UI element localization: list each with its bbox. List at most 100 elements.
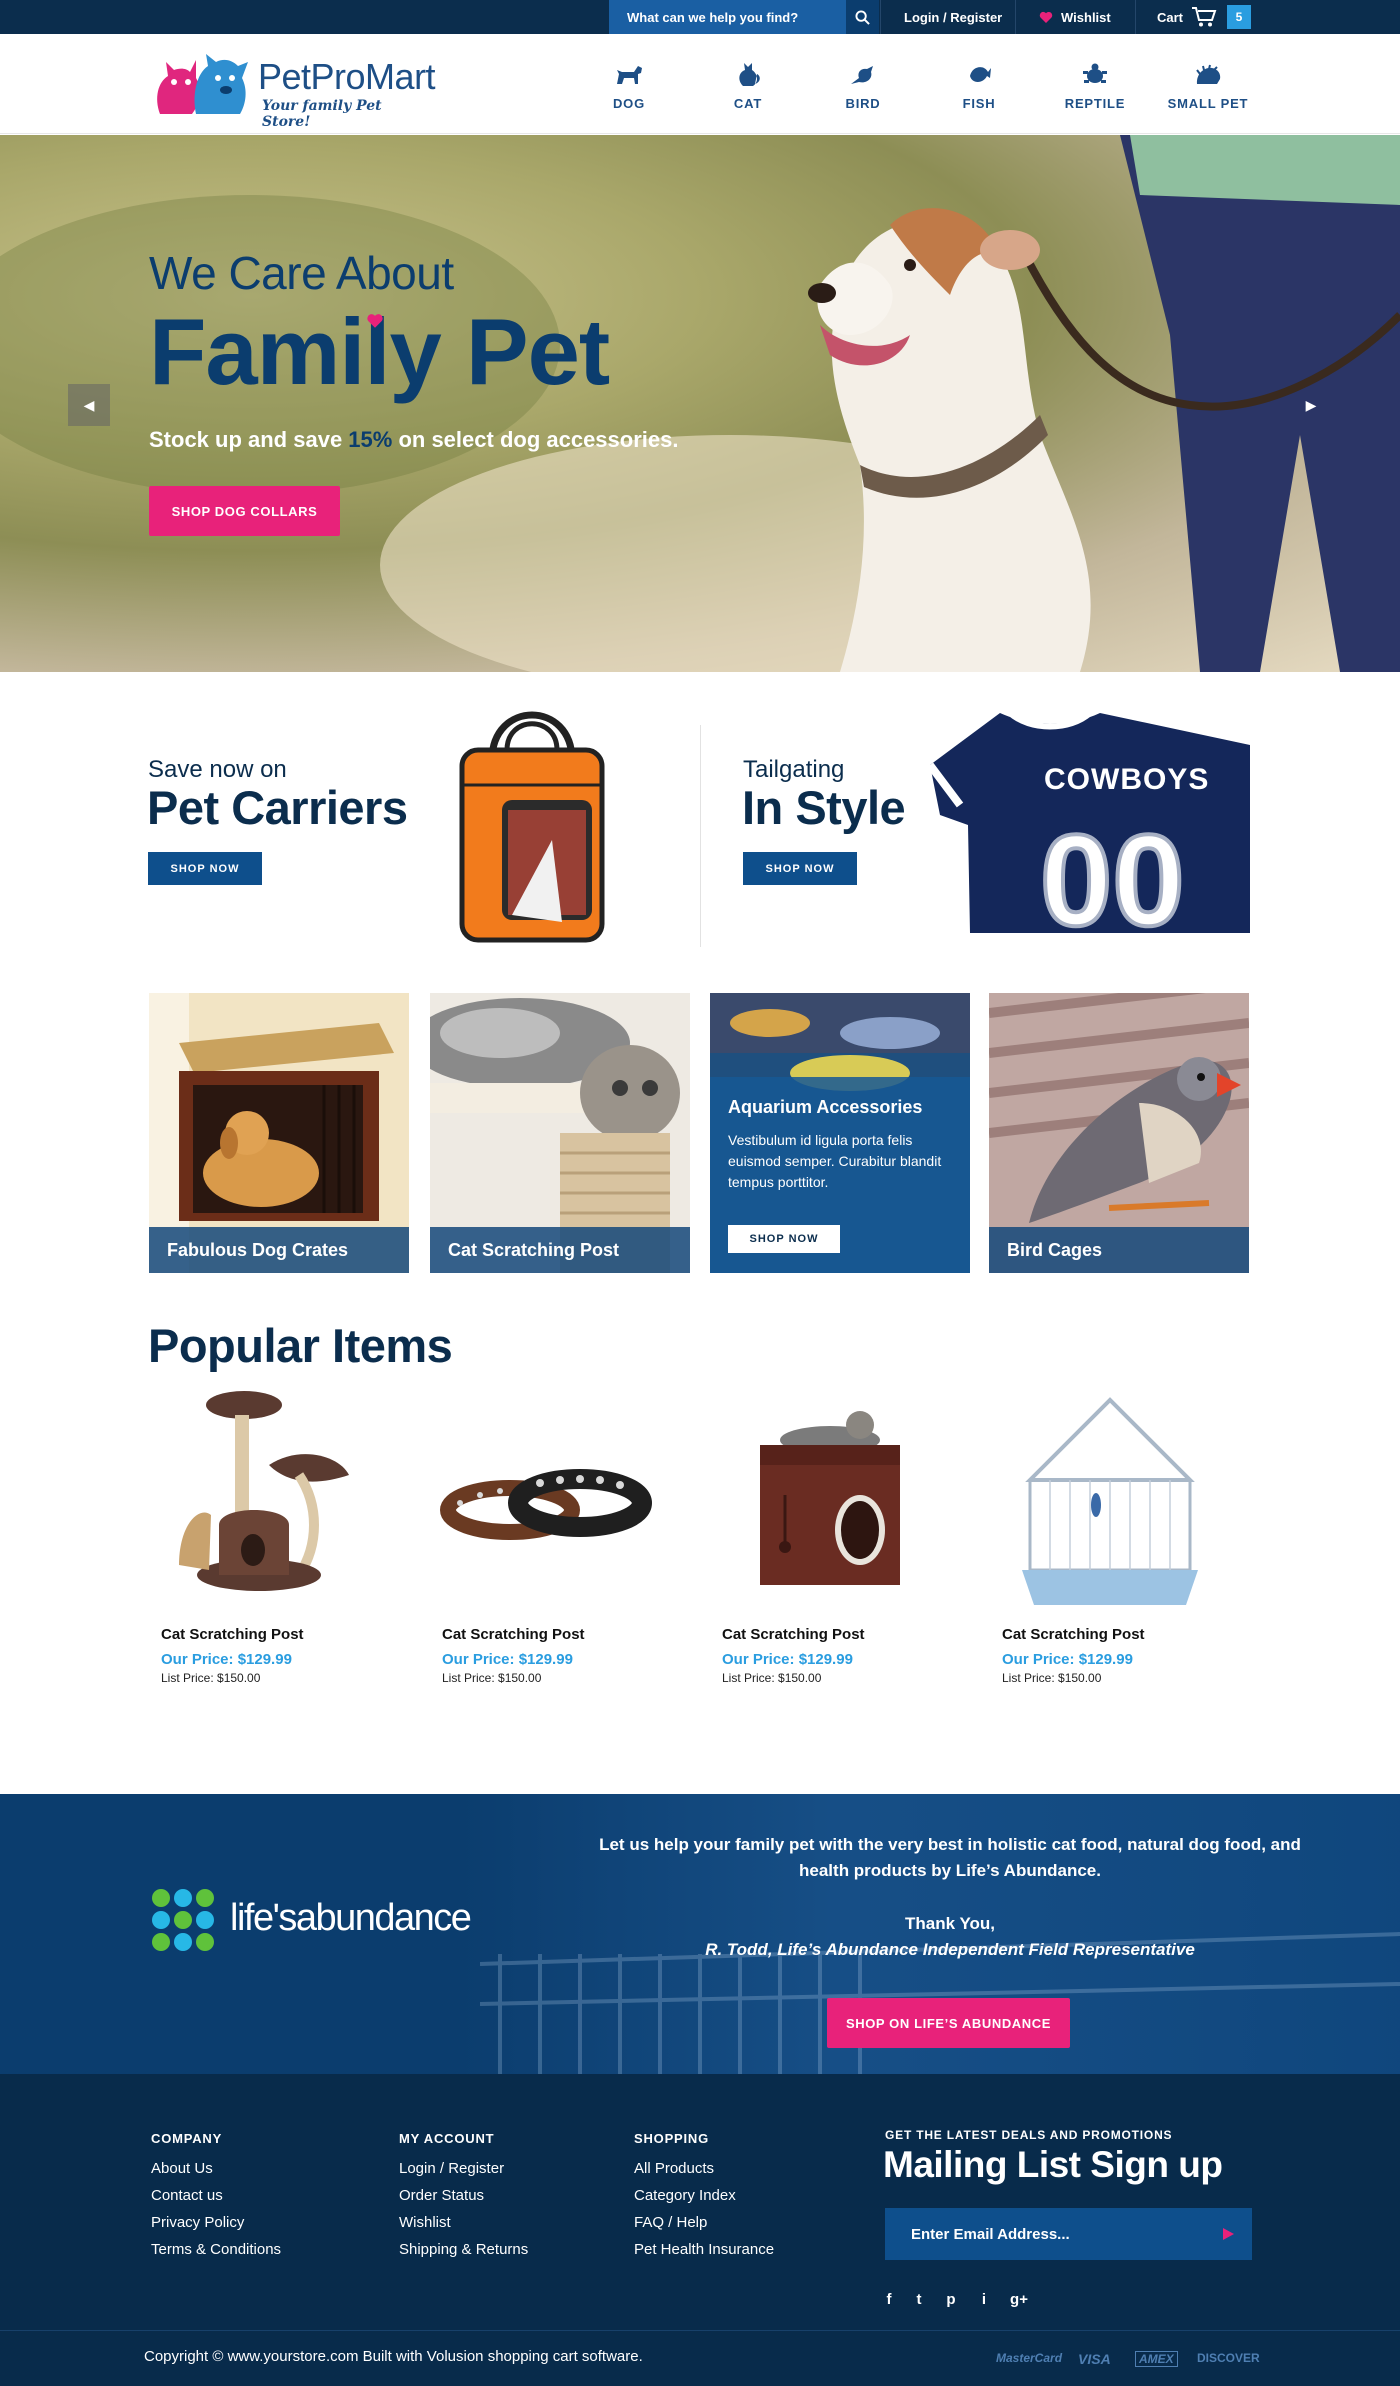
tile-dog-crates[interactable]: Fabulous Dog Crates [149, 993, 409, 1273]
logo-pets-icon [157, 54, 248, 114]
shop-tailgating-button[interactable]: SHOP NOW [743, 852, 857, 885]
cart-count-badge: 5 [1227, 5, 1252, 29]
footer-link[interactable]: Contact us [151, 2187, 281, 2204]
hero-banner: We Care About Family Pet Stock up and sa… [0, 135, 1400, 672]
wishlist-link[interactable]: Wishlist [1039, 0, 1111, 34]
banner-thanks: Thank You, [904, 1914, 996, 1933]
shop-aquarium-button[interactable]: SHOP NOW [728, 1225, 840, 1253]
mailing-form [885, 2208, 1252, 2260]
product-image [430, 1385, 670, 1620]
promo-divider [700, 725, 701, 947]
nav-label: BIRD [845, 96, 881, 111]
logo[interactable]: PetProMart Your family Pet Store! [152, 52, 436, 130]
product-card[interactable]: Cat Scratching Post Our Price: $129.99 L… [710, 1385, 950, 1685]
hero-next-arrow[interactable]: ▶ [1290, 384, 1332, 426]
search-box [609, 0, 879, 34]
email-field[interactable] [885, 2225, 1205, 2243]
hero-text-end: on select dog accessories. [392, 427, 679, 452]
discover-icon: DISCOVER [1197, 2351, 1260, 2365]
divider [1135, 0, 1136, 34]
submit-arrow-icon[interactable] [1218, 2224, 1238, 2244]
visa-icon: VISA [1078, 2351, 1111, 2367]
product-image [149, 1385, 389, 1620]
nav-bird[interactable]: BIRD [803, 56, 923, 111]
footer-column-title: SHOPPING [634, 2131, 710, 2146]
cart-label: Cart [1157, 9, 1184, 25]
pet-carrier-image [459, 711, 605, 943]
footer-link[interactable]: Login / Register [399, 2160, 528, 2177]
cat-icon [739, 63, 760, 86]
jersey-number: 00 [1038, 807, 1187, 933]
footer-link[interactable]: Category Index [634, 2187, 774, 2204]
login-link[interactable]: Login / Register [904, 0, 1002, 34]
footer-column-title: MY ACCOUNT [399, 2131, 495, 2146]
lifes-abundance-banner: life'sabundance Let us help your family … [0, 1794, 1400, 2074]
wishlist-label: Wishlist [1061, 9, 1111, 25]
amex-icon: AMEX [1135, 2351, 1178, 2367]
banner-message: Let us help your family pet with the ver… [599, 1835, 1301, 1880]
shop-lifes-abundance-button[interactable]: SHOP ON LIFE’S ABUNDANCE [827, 1998, 1070, 2048]
product-list-price: List Price: $150.00 [1002, 1671, 1102, 1685]
footer-link[interactable]: Shipping & Returns [399, 2241, 528, 2258]
search-input[interactable] [609, 9, 841, 25]
instagram-icon[interactable]: i [975, 2290, 993, 2308]
popular-items-title: Popular Items [148, 1319, 453, 1372]
pinterest-icon[interactable]: p [942, 2290, 960, 2308]
tile-bird-cages[interactable]: Bird Cages [989, 993, 1249, 1273]
promo-carriers-title: Pet Carriers [147, 781, 408, 834]
footer-link[interactable]: Order Status [399, 2187, 528, 2204]
footer-link[interactable]: All Products [634, 2160, 774, 2177]
shop-carriers-button[interactable]: SHOP NOW [148, 852, 262, 885]
footer-link[interactable]: Terms & Conditions [151, 2241, 281, 2258]
nav-label: FISH [962, 96, 996, 111]
nav-label: CAT [733, 96, 763, 111]
heart-icon [1039, 11, 1053, 23]
tile-overlay: Aquarium Accessories Vestibulum id ligul… [710, 1077, 970, 1273]
nav-small-pet[interactable]: SMALL PET [1148, 56, 1268, 111]
footer-link[interactable]: About Us [151, 2160, 281, 2177]
facebook-icon[interactable]: f [880, 2290, 898, 2308]
footer-column-title: COMPANY [151, 2131, 223, 2146]
footer-link[interactable]: FAQ / Help [634, 2214, 774, 2231]
mailing-kicker: GET THE LATEST DEALS AND PROMOTIONS [885, 2128, 1173, 2142]
hero-subtitle: We Care About [149, 247, 454, 299]
nav-reptile[interactable]: REPTILE [1035, 56, 1155, 111]
lifes-abundance-logo-text: life'sabundance [230, 1897, 472, 1939]
product-card[interactable]: Cat Scratching Post Our Price: $129.99 L… [990, 1385, 1230, 1685]
product-card[interactable]: Cat Scratching Post Our Price: $129.99 L… [149, 1385, 389, 1685]
footer-link[interactable]: Pet Health Insurance [634, 2241, 774, 2258]
logo-name: PetProMart [258, 56, 436, 97]
footer-link[interactable]: Privacy Policy [151, 2214, 281, 2231]
tile-title: Aquarium Accessories [728, 1097, 923, 1117]
tile-aquarium-accessories[interactable]: Aquarium Accessories Vestibulum id ligul… [710, 993, 970, 1273]
nav-dog[interactable]: DOG [569, 56, 689, 111]
hero-prev-arrow[interactable]: ◀ [68, 384, 110, 426]
logo-tagline: Your family Pet Store! [262, 98, 382, 130]
twitter-icon[interactable]: t [910, 2290, 928, 2308]
tile-caption: Cat Scratching Post [430, 1227, 690, 1273]
product-name[interactable]: Cat Scratching Post [722, 1626, 950, 1643]
product-name[interactable]: Cat Scratching Post [161, 1626, 389, 1643]
search-icon [855, 9, 870, 25]
google-plus-icon[interactable]: g+ [1010, 2290, 1028, 2308]
cart-link[interactable]: Cart 5 [1157, 0, 1252, 34]
site-header: PetProMart Your family Pet Store! DOG CA… [0, 34, 1400, 134]
product-price: Our Price: $129.99 [1002, 1651, 1133, 1668]
search-button[interactable] [846, 0, 879, 34]
nav-fish[interactable]: FISH [919, 56, 1039, 111]
tile-caption: Fabulous Dog Crates [149, 1227, 409, 1273]
nav-cat[interactable]: CAT [688, 56, 808, 111]
small-pet-icon [1196, 64, 1221, 84]
reptile-icon [1083, 63, 1107, 83]
shop-dog-collars-button[interactable]: SHOP DOG COLLARS [149, 486, 340, 536]
footer-column-shopping: SHOPPING All Products Category Index FAQ… [634, 2131, 774, 2268]
hero-percentage: 15% [348, 427, 393, 452]
product-card[interactable]: Cat Scratching Post Our Price: $129.99 L… [430, 1385, 670, 1685]
heart-icon [367, 314, 383, 328]
product-name[interactable]: Cat Scratching Post [442, 1626, 670, 1643]
banner-representative: R. Todd, Life’s Abundance Independent Fi… [705, 1940, 1195, 1959]
footer-link[interactable]: Wishlist [399, 2214, 528, 2231]
footer-divider [0, 2330, 1400, 2331]
tile-cat-scratching-post[interactable]: Cat Scratching Post [430, 993, 690, 1273]
product-name[interactable]: Cat Scratching Post [1002, 1626, 1230, 1643]
